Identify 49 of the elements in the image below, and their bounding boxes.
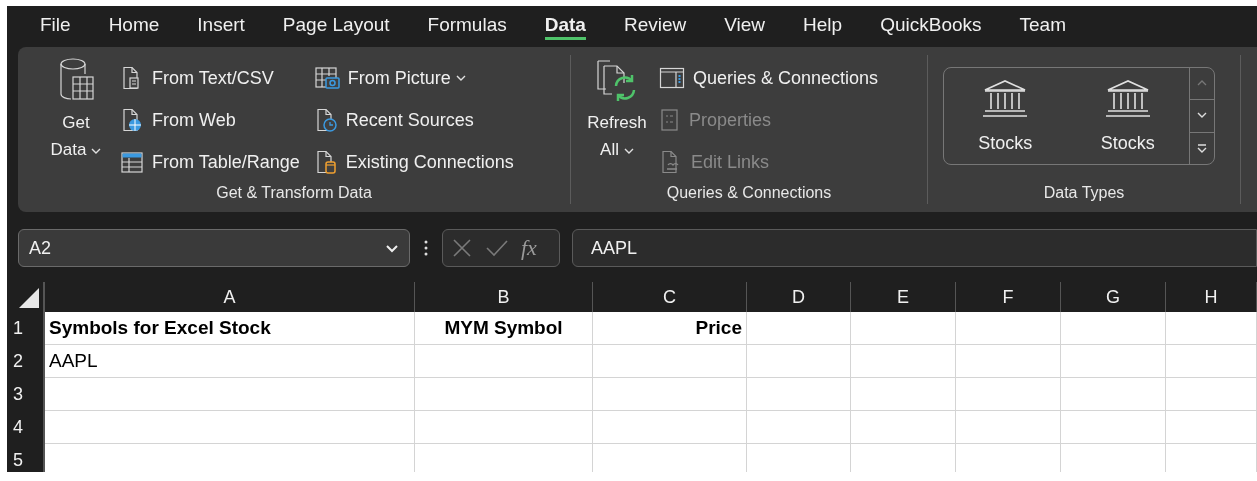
large-ribbon-button[interactable]: Get Data bbox=[36, 57, 116, 163]
menu-tab[interactable]: View bbox=[724, 10, 766, 40]
menu-tab[interactable]: File bbox=[40, 10, 71, 40]
ribbon-command[interactable]: From Text/CSV bbox=[120, 57, 300, 99]
menu-tab[interactable]: Team bbox=[1019, 10, 1066, 40]
menu-tab[interactable]: Data bbox=[544, 10, 586, 40]
bank-icon bbox=[1103, 78, 1152, 119]
caret-icon bbox=[623, 147, 634, 154]
gallery-item[interactable]: Stocks bbox=[978, 78, 1033, 154]
properties-icon bbox=[659, 108, 681, 132]
menu-tab[interactable]: Home bbox=[108, 10, 160, 40]
gallery-item[interactable]: Stocks bbox=[1100, 78, 1155, 154]
table-cell: Price bbox=[593, 312, 747, 345]
menu-tab[interactable]: Formulas bbox=[427, 10, 507, 40]
group-title: Queries & Connections bbox=[665, 184, 833, 203]
caret-icon bbox=[91, 147, 102, 154]
group-title: Get & Transform Data bbox=[215, 184, 373, 203]
drag-handle-icon[interactable] bbox=[424, 240, 428, 256]
menu-tab[interactable]: QuickBooks bbox=[880, 10, 982, 40]
select-all-icon[interactable] bbox=[18, 287, 40, 309]
insert-function-button[interactable]: fx bbox=[521, 235, 537, 261]
table-camera-icon bbox=[313, 66, 340, 90]
bank-icon bbox=[981, 78, 1030, 119]
ribbon-command[interactable]: Existing Connections bbox=[313, 141, 514, 183]
cancel-icon[interactable] bbox=[451, 237, 473, 259]
formula-field[interactable]: AAPL bbox=[572, 229, 1257, 267]
check-icon[interactable] bbox=[485, 238, 509, 258]
panel-icon bbox=[659, 67, 685, 89]
table-cell: AAPL bbox=[45, 345, 415, 378]
menu-tab[interactable]: Page Layout bbox=[282, 10, 390, 40]
document-globe-icon bbox=[120, 108, 144, 132]
chevron-down-icon bbox=[385, 243, 399, 253]
ribbon-command[interactable]: From Web bbox=[120, 99, 300, 141]
large-ribbon-button[interactable]: Refresh All bbox=[579, 57, 655, 163]
name-box[interactable]: A2 bbox=[18, 229, 410, 267]
caret-icon bbox=[455, 75, 466, 81]
menu-tab[interactable]: Help bbox=[803, 10, 843, 40]
ribbon-command[interactable]: From Picture bbox=[313, 57, 514, 99]
expand-icon bbox=[1196, 143, 1208, 153]
database-table-icon bbox=[57, 57, 95, 103]
table-cell: Symbols for Excel Stock bbox=[45, 312, 415, 345]
menu-tab[interactable]: Insert bbox=[197, 10, 245, 40]
ribbon-command[interactable]: From Table/Range bbox=[120, 141, 300, 183]
ribbon-command[interactable]: Recent Sources bbox=[313, 99, 514, 141]
group-title: Data Types bbox=[1042, 184, 1126, 203]
table-cell: MYM Symbol bbox=[415, 312, 593, 345]
menu-tab[interactable]: Review bbox=[623, 10, 687, 40]
table-icon bbox=[120, 150, 144, 174]
ribbon-command[interactable]: Queries & Connections bbox=[659, 57, 879, 99]
